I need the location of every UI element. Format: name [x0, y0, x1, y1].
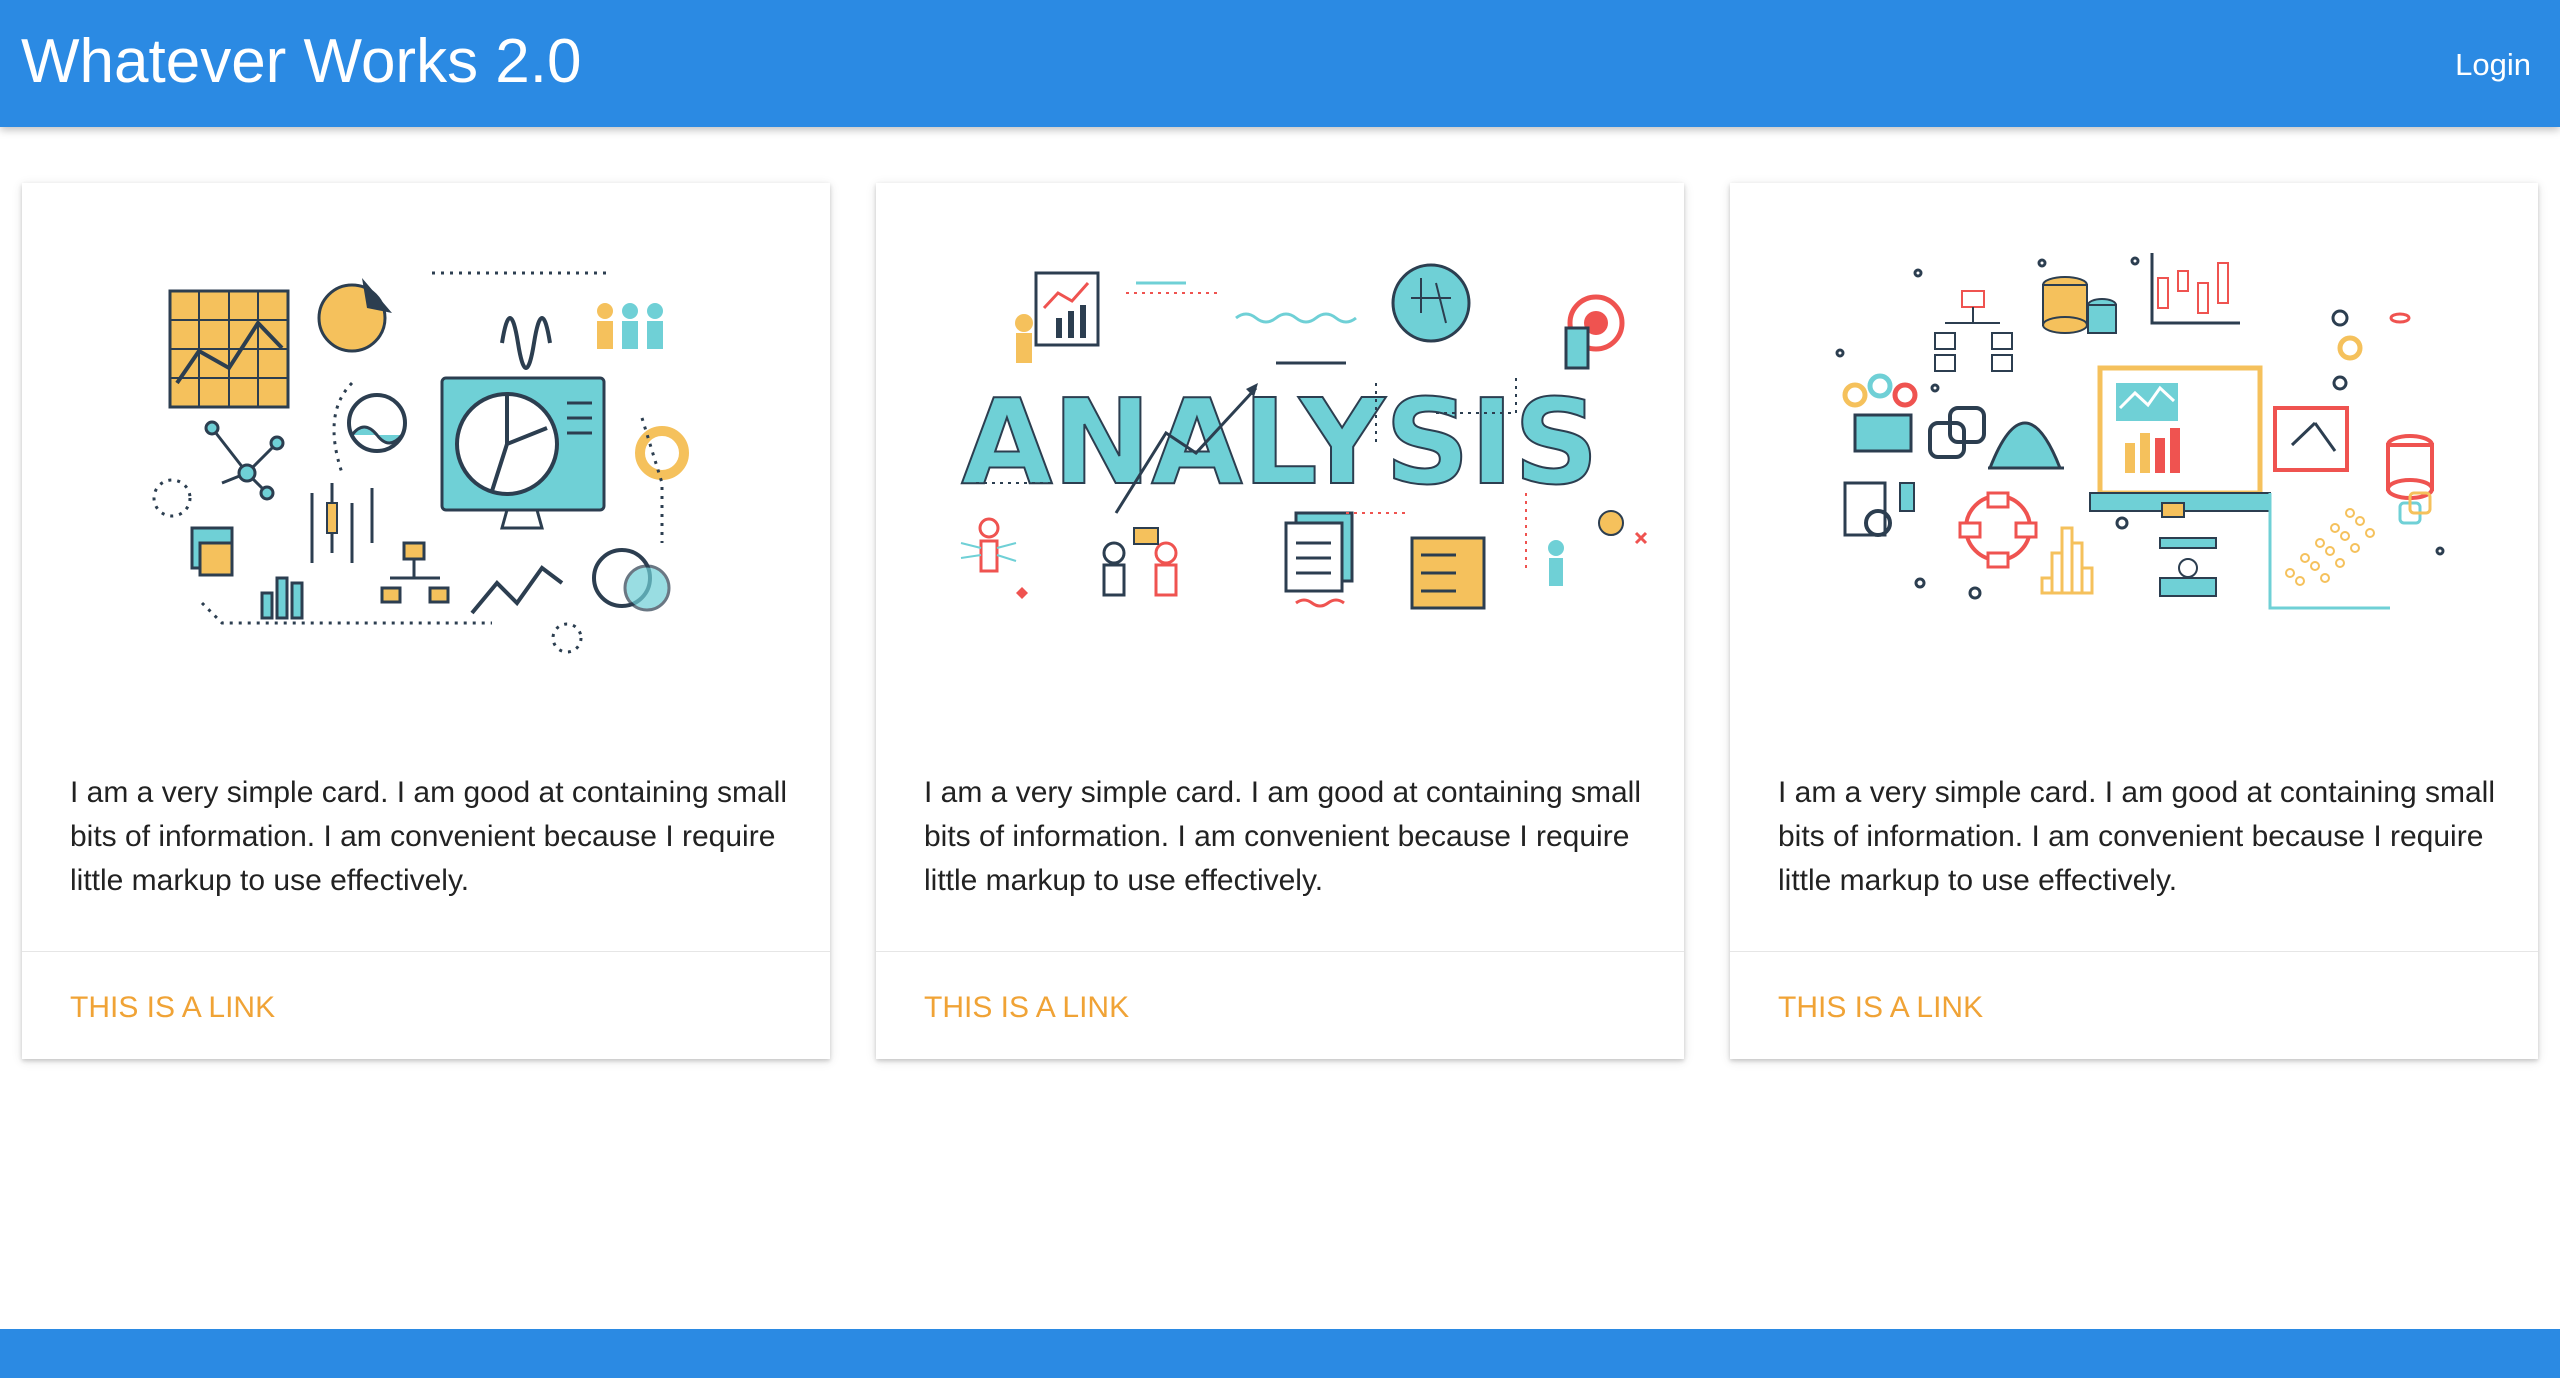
card-3: I am a very simple card. I am good at co… — [1730, 183, 2538, 1059]
card-1-divider — [22, 951, 830, 952]
card-2-description: I am a very simple card. I am good at co… — [924, 776, 1641, 897]
analysis-illustration: ANALYSIS — [960, 263, 1648, 610]
login-link[interactable]: Login — [2455, 45, 2531, 85]
card-1: I am a very simple card. I am good at co… — [22, 183, 830, 1059]
card-image-data-analytics — [22, 183, 830, 743]
card-1-description: I am a very simple card. I am good at co… — [70, 776, 787, 897]
brand-logo-link[interactable]: Whatever Works 2.0 — [21, 26, 581, 98]
analysis-word: ANALYSIS — [961, 373, 1599, 511]
data-science-illustration — [1835, 253, 2445, 610]
card-2-divider — [876, 951, 1684, 952]
card-image-data-science — [1730, 183, 2538, 743]
card-image-analysis: ANALYSIS — [876, 183, 1684, 743]
footer-bar — [0, 1329, 2560, 1378]
card-2: ANALYSIS I am a very simple card. I am g… — [876, 183, 1684, 1059]
top-navbar: Whatever Works 2.0 Login — [0, 0, 2560, 127]
card-2-link[interactable]: THIS IS A LINK — [924, 988, 1129, 1028]
card-1-link[interactable]: THIS IS A LINK — [70, 988, 275, 1028]
card-3-link[interactable]: THIS IS A LINK — [1778, 988, 1983, 1028]
card-3-divider — [1730, 951, 2538, 952]
data-analytics-illustration — [152, 271, 689, 654]
card-3-description: I am a very simple card. I am good at co… — [1778, 776, 2495, 897]
